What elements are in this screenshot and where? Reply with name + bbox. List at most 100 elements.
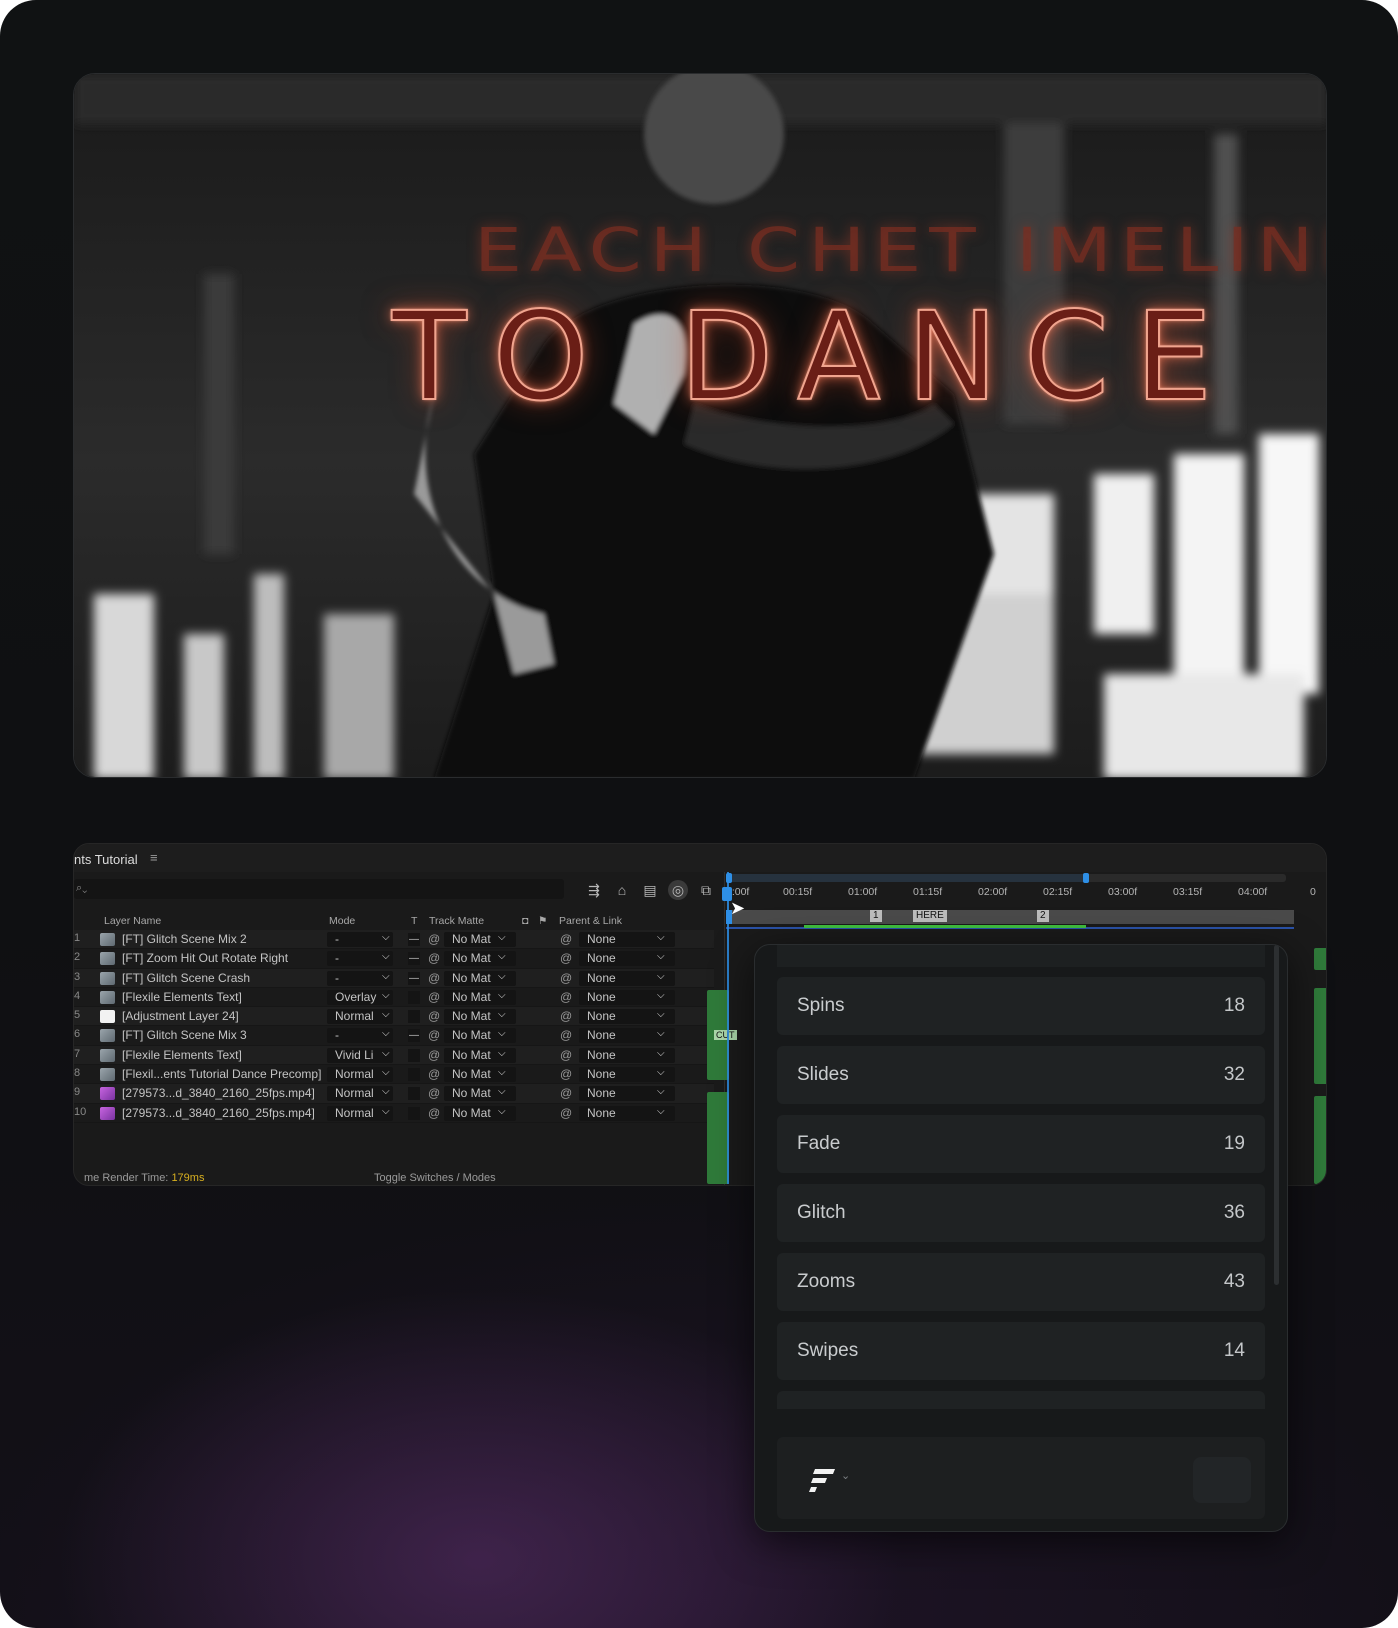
comp-marker[interactable]: 1 [870, 910, 882, 922]
pickwhip-icon[interactable]: @ [428, 951, 440, 965]
layer-name[interactable]: [Adjustment Layer 24] [122, 1009, 239, 1023]
chevron-down-icon[interactable]: ⌵ [657, 1106, 665, 1117]
layer-row[interactable]: 10 [279573...d_3840_2160_25fps.mp4] Normal… [74, 1104, 714, 1123]
preserve-transparency-toggle[interactable]: — [408, 933, 420, 946]
chevron-down-icon[interactable]: ⌵ [498, 1086, 506, 1097]
parent-pickwhip-icon[interactable]: @ [560, 1028, 572, 1042]
chevron-down-icon[interactable]: ⌵ [382, 971, 390, 982]
navigator-end-handle[interactable] [1083, 873, 1089, 883]
composition-tab[interactable]: nts Tutorial ≡ [74, 844, 1326, 872]
category-item-partial[interactable] [777, 945, 1265, 967]
motion-blur-icon[interactable]: ◎ [668, 880, 688, 900]
chevron-down-icon[interactable]: ⌵ [657, 1086, 665, 1097]
comp-marker[interactable]: HERE [913, 910, 947, 922]
preserve-transparency-toggle[interactable] [408, 1068, 420, 1082]
layer-row[interactable]: 4 [Flexile Elements Text] Overlay ⌵ @ No Mat ⌵… [74, 988, 714, 1008]
comp-marker[interactable]: 2 [1037, 910, 1049, 922]
parent-pickwhip-icon[interactable]: @ [560, 951, 572, 965]
category-item-fade[interactable]: Fade 19 [777, 1115, 1265, 1173]
parent-pickwhip-icon[interactable]: @ [560, 1086, 572, 1100]
chevron-down-icon[interactable]: ⌵ [382, 932, 390, 943]
pickwhip-icon[interactable]: @ [428, 932, 440, 946]
graph-editor-icon[interactable]: ⧉ [696, 880, 716, 900]
layer-clip[interactable] [1314, 948, 1326, 970]
panel-action-button[interactable] [1193, 1457, 1251, 1503]
chevron-down-icon[interactable]: ⌵ [657, 951, 665, 962]
preserve-transparency-toggle[interactable] [408, 1106, 420, 1120]
chevron-down-icon[interactable]: ⌵ [657, 1067, 665, 1078]
chevron-down-icon[interactable]: ⌵ [657, 971, 665, 982]
pickwhip-icon[interactable]: @ [428, 1067, 440, 1081]
layer-name[interactable]: [279573...d_3840_2160_25fps.mp4] [122, 1086, 315, 1100]
column-parent-link[interactable]: Parent & Link [559, 915, 622, 927]
shy-layers-icon[interactable]: ⌂ [612, 880, 632, 900]
category-item-swipes[interactable]: Swipes 14 [777, 1322, 1265, 1380]
chevron-down-icon[interactable]: ⌵ [382, 1086, 390, 1097]
layer-name[interactable]: [FT] Glitch Scene Mix 2 [122, 932, 247, 946]
layer-name[interactable]: [FT] Glitch Scene Mix 3 [122, 1028, 247, 1042]
layer-row[interactable]: 8 [Flexil...ents Tutorial Dance Precomp] N… [74, 1065, 714, 1085]
preserve-transparency-toggle[interactable] [408, 1010, 420, 1024]
column-t[interactable]: T [411, 915, 417, 927]
layer-row[interactable]: 3 [FT] Glitch Scene Crash - ⌵ — @ No Mat ⌵ @ None… [74, 968, 714, 988]
pickwhip-icon[interactable]: @ [428, 971, 440, 985]
chevron-down-icon[interactable]: ⌵ [498, 1048, 506, 1059]
category-item-spins[interactable]: Spins 18 [777, 977, 1265, 1035]
layer-clip[interactable] [1314, 1096, 1326, 1184]
pickwhip-icon[interactable]: @ [428, 990, 440, 1004]
layer-row[interactable]: 2 [FT] Zoom Hit Out Rotate Right - ⌵ — @ No Ma… [74, 949, 714, 969]
pickwhip-icon[interactable]: @ [428, 1028, 440, 1042]
chevron-down-icon[interactable]: ⌵ [657, 990, 665, 1001]
parent-pickwhip-icon[interactable]: @ [560, 1067, 572, 1081]
category-item-partial[interactable] [777, 1391, 1265, 1409]
chevron-down-icon[interactable]: ⌵ [498, 1028, 506, 1039]
column-track-matte[interactable]: Track Matte [429, 915, 484, 927]
layer-clip[interactable] [1314, 988, 1326, 1084]
chevron-down-icon[interactable]: ⌵ [382, 990, 390, 1001]
layer-search-input[interactable]: ⌕⌄ [74, 879, 564, 899]
layer-name[interactable]: [Flexile Elements Text] [122, 990, 242, 1004]
hamburger-menu-icon[interactable]: ≡ [150, 850, 158, 865]
chevron-down-icon[interactable]: ⌵ [657, 932, 665, 943]
parent-pickwhip-icon[interactable]: @ [560, 932, 572, 946]
chevron-down-icon[interactable]: ⌵ [498, 1106, 506, 1117]
panel-scrollbar[interactable] [1274, 945, 1279, 1285]
chevron-down-icon[interactable]: ⌵ [498, 951, 506, 962]
chevron-down-icon[interactable]: ⌵ [657, 1028, 665, 1039]
chevron-down-icon[interactable]: ⌵ [498, 1067, 506, 1078]
chevron-down-icon[interactable]: ⌵ [382, 1106, 390, 1117]
time-ruler[interactable]: 0:00f 00:15f 01:00f 01:15f 02:00f 02:15f… [726, 872, 1326, 942]
playhead[interactable] [727, 872, 729, 1184]
chevron-down-icon[interactable]: ⌵ [382, 1009, 390, 1020]
chevron-down-icon[interactable]: ⌵ [382, 951, 390, 962]
chevron-down-icon[interactable]: ⌵ [382, 1028, 390, 1039]
parent-pickwhip-icon[interactable]: @ [560, 990, 572, 1004]
layer-row[interactable]: 7 [Flexile Elements Text] Vivid Li ⌵ @ No Mat… [74, 1045, 714, 1066]
chevron-down-icon[interactable]: ⌵ [498, 932, 506, 943]
pickwhip-icon[interactable]: @ [428, 1048, 440, 1062]
chevron-down-icon[interactable]: ⌵ [498, 1009, 506, 1020]
preserve-transparency-toggle[interactable] [408, 1048, 420, 1062]
layer-name[interactable]: [Flexile Elements Text] [122, 1048, 242, 1062]
pickwhip-icon[interactable]: @ [428, 1086, 440, 1100]
layer-row[interactable]: 5 [Adjustment Layer 24] Normal ⌵ @ No Mat ⌵ @ No… [74, 1007, 714, 1027]
parent-pickwhip-icon[interactable]: @ [560, 1048, 572, 1062]
layer-name[interactable]: [FT] Zoom Hit Out Rotate Right [122, 951, 288, 965]
layer-row[interactable]: 6 [FT] Glitch Scene Mix 3- ⌵ — @ No Mat ⌵ @ None… [74, 1026, 714, 1046]
category-item-slides[interactable]: Slides 32 [777, 1046, 1265, 1104]
chevron-down-icon[interactable]: ⌵ [382, 1067, 390, 1078]
layer-row[interactable]: 1 [FT] Glitch Scene Mix 2- ⌵ — @ No Mat ⌵ @ None… [74, 930, 714, 950]
pickwhip-icon[interactable]: @ [428, 1009, 440, 1023]
layer-name[interactable]: [Flexil...ents Tutorial Dance Precomp] [122, 1067, 321, 1081]
comp-flowchart-icon[interactable]: ⇶ [584, 880, 604, 900]
chevron-down-icon[interactable]: ⌵ [498, 990, 506, 1001]
layer-name[interactable]: [279573...d_3840_2160_25fps.mp4] [122, 1106, 315, 1120]
chevron-down-icon[interactable]: ⌵ [657, 1048, 665, 1059]
preserve-transparency-toggle[interactable]: — [408, 971, 420, 985]
preserve-transparency-toggle[interactable]: — [408, 1029, 420, 1043]
preserve-transparency-toggle[interactable]: — [408, 952, 420, 966]
pickwhip-icon[interactable]: @ [428, 1106, 440, 1120]
composition-tab-label[interactable]: nts Tutorial [74, 852, 138, 867]
layer-name[interactable]: [FT] Glitch Scene Crash [122, 971, 250, 985]
column-mode[interactable]: Mode [329, 915, 355, 927]
